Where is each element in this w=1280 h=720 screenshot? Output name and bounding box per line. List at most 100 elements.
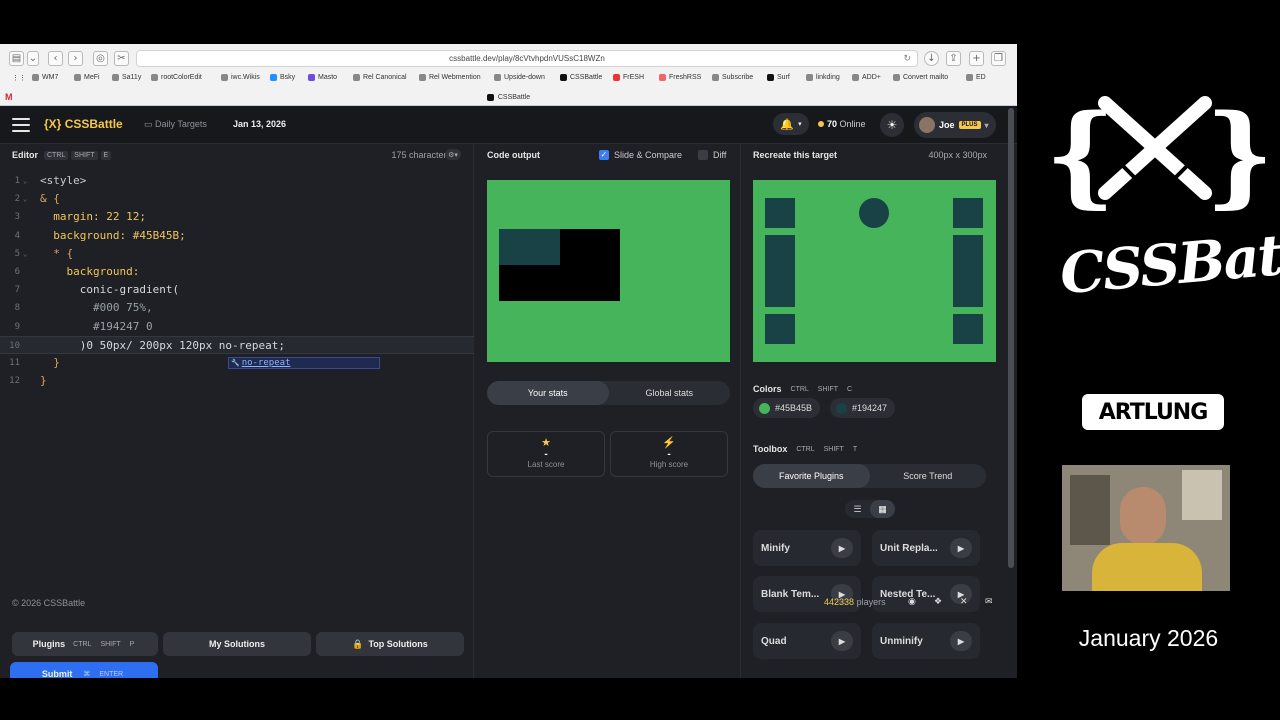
bookmark-item[interactable]: Surf bbox=[767, 74, 790, 81]
bookmark-item[interactable]: FreshRSS bbox=[659, 74, 701, 81]
bookmark-item[interactable]: Convert mailto bbox=[893, 74, 948, 81]
tab-your-stats[interactable]: Your stats bbox=[487, 381, 609, 405]
bookmark-item[interactable]: Bsky bbox=[270, 74, 295, 81]
cssbattle-app: {X} CSSBattle ▭ Daily Targets Jan 13, 20… bbox=[0, 106, 1017, 678]
high-score-value: - bbox=[667, 449, 671, 460]
plugin-unit-replace[interactable]: Unit Repla... ▶ bbox=[872, 530, 980, 566]
bookmark-item[interactable]: Masto bbox=[308, 74, 337, 81]
page-scrollbar[interactable] bbox=[1008, 108, 1014, 568]
bookmark-item[interactable]: Upside-down bbox=[494, 74, 545, 81]
artlung-logo: ARTLUNG bbox=[1082, 394, 1224, 430]
browser-window: ▤ ⌄ ‹ › ◎ ✂ cssbattle.dev/play/8cVtvhpdn… bbox=[0, 44, 1017, 678]
mail-icon[interactable]: ✉ bbox=[985, 597, 993, 607]
bookmark-item[interactable]: CSSBattle bbox=[560, 74, 602, 81]
wrench-icon: 🔧 bbox=[231, 359, 240, 367]
tab-title: CSSBattle bbox=[497, 93, 531, 101]
star-icon: ★ bbox=[541, 437, 551, 449]
bookmark-item[interactable]: Rel Webmention bbox=[419, 74, 481, 81]
download-icon[interactable]: ↓ bbox=[924, 51, 939, 66]
code-line: 7 conic-gradient( bbox=[14, 283, 180, 297]
autocomplete-suggestion[interactable]: 🔧 no-repeat bbox=[228, 357, 380, 369]
theme-toggle-icon[interactable]: ☀ bbox=[880, 113, 904, 137]
logo-mark: {X} bbox=[44, 117, 62, 131]
share-icon[interactable]: ⇪ bbox=[946, 51, 961, 66]
code-line: 4 background: #45B45B; bbox=[14, 228, 186, 242]
plugin-minify[interactable]: Minify ▶ bbox=[753, 530, 861, 566]
bookmark-item[interactable]: iwc.Wikis bbox=[221, 74, 260, 81]
chevron-down-icon: ▾ bbox=[984, 120, 989, 130]
swatch-icon bbox=[836, 402, 847, 414]
address-bar[interactable]: cssbattle.dev/play/8cVtvhpdnVUSsC18WZn ↻ bbox=[136, 50, 918, 67]
color-chip[interactable]: #45B45B bbox=[753, 398, 821, 418]
play-icon[interactable]: ▶ bbox=[950, 538, 972, 558]
browser-tab[interactable]: CSSBattle bbox=[0, 88, 1017, 106]
bluesky-icon[interactable]: ❖ bbox=[934, 597, 942, 607]
diff-toggle[interactable]: Diff bbox=[698, 144, 726, 166]
target-canvas[interactable] bbox=[753, 180, 996, 362]
discord-icon[interactable]: ◉ bbox=[908, 597, 916, 607]
bookmark-item[interactable]: ED bbox=[966, 74, 986, 81]
bookmark-item[interactable]: ADD+ bbox=[852, 74, 881, 81]
target-title: Recreate this target bbox=[753, 150, 838, 160]
bookmark-item[interactable]: WM7 bbox=[32, 74, 58, 81]
code-line: 1 ⌄ <style> bbox=[14, 174, 87, 187]
privacy-icon[interactable]: ◎ bbox=[93, 51, 108, 66]
daily-targets-link[interactable]: ▭ Daily Targets bbox=[144, 119, 207, 130]
tab-favorite-plugins[interactable]: Favorite Plugins bbox=[753, 464, 870, 488]
play-icon[interactable]: ▶ bbox=[831, 631, 853, 651]
color-chip[interactable]: #194247 bbox=[830, 398, 896, 418]
play-icon[interactable]: ▶ bbox=[831, 538, 853, 558]
menu-icon[interactable] bbox=[12, 118, 30, 132]
plugins-button[interactable]: Plugins CTRL SHIFT P bbox=[12, 632, 158, 656]
tab-global-stats[interactable]: Global stats bbox=[609, 381, 731, 405]
extension-icon[interactable]: ✂ bbox=[114, 51, 129, 66]
sidebar-menu-chevron-icon[interactable]: ⌄ bbox=[27, 51, 39, 66]
bookmarks-grid-icon[interactable]: ⋮⋮ bbox=[12, 74, 26, 82]
screen: ▤ ⌄ ‹ › ◎ ✂ cssbattle.dev/play/8cVtvhpdn… bbox=[0, 0, 1280, 720]
bookmark-item[interactable]: Rel Canonical bbox=[353, 74, 407, 81]
back-icon[interactable]: ‹ bbox=[48, 51, 63, 66]
bookmark-item[interactable]: Subscribe bbox=[712, 74, 753, 81]
high-score-card: ⚡ - High score bbox=[610, 431, 728, 477]
new-tab-icon[interactable]: + bbox=[969, 51, 984, 66]
plugin-unminify[interactable]: Unminify ▶ bbox=[872, 623, 980, 659]
notifications-button[interactable]: 🔔 ▾ bbox=[773, 113, 809, 135]
browser-chrome: ▤ ⌄ ‹ › ◎ ✂ cssbattle.dev/play/8cVtvhpdn… bbox=[0, 44, 1017, 106]
x-icon[interactable]: ✕ bbox=[960, 597, 968, 607]
plugin-quad[interactable]: Quad ▶ bbox=[753, 623, 861, 659]
reload-icon[interactable]: ↻ bbox=[903, 53, 911, 64]
lightning-icon: ⚡ bbox=[662, 437, 676, 449]
view-toggle: ☰ ▦ bbox=[845, 500, 895, 518]
editor-settings-icon[interactable]: ⚙▾ bbox=[445, 149, 461, 160]
bookmark-item[interactable]: rootColorEdit bbox=[151, 74, 202, 81]
output-canvas[interactable] bbox=[487, 180, 730, 362]
slide-compare-toggle[interactable]: ✓ Slide & Compare bbox=[599, 144, 682, 166]
target-bar bbox=[953, 235, 983, 307]
bookmark-item[interactable]: linkding bbox=[806, 74, 840, 81]
sidebar-toggle-icon[interactable]: ▤ bbox=[9, 51, 24, 66]
checkbox-checked-icon: ✓ bbox=[599, 150, 609, 160]
plus-badge: PLUS bbox=[958, 121, 981, 129]
grid-view-icon[interactable]: ▦ bbox=[870, 500, 895, 518]
colors-heading: Colors CTRL SHIFT C bbox=[753, 384, 853, 394]
play-icon[interactable]: ▶ bbox=[950, 631, 972, 651]
editor-title: Editor bbox=[12, 150, 38, 160]
app-header: {X} CSSBattle ▭ Daily Targets Jan 13, 20… bbox=[0, 106, 1017, 144]
tab-overview-icon[interactable]: ❐ bbox=[991, 51, 1006, 66]
toolbox-tabs: Favorite Plugins Score Trend bbox=[753, 464, 986, 488]
target-square bbox=[953, 198, 983, 228]
logo[interactable]: {X} CSSBattle bbox=[44, 117, 123, 131]
submit-button[interactable]: Submit ⌘ ENTER bbox=[10, 662, 158, 678]
bookmark-item[interactable]: MeFi bbox=[74, 74, 100, 81]
last-score-card: ★ - Last score bbox=[487, 431, 605, 477]
bookmarks-bar: ⋮⋮ WM7 MeFi Sa11y rootColorEdit iwc.Wiki… bbox=[0, 72, 1017, 86]
top-solutions-button[interactable]: 🔒 Top Solutions bbox=[316, 632, 464, 656]
list-view-icon[interactable]: ☰ bbox=[845, 500, 870, 518]
bookmark-item[interactable]: Sa11y bbox=[112, 74, 141, 81]
code-line-active: 10 )0 50px/ 200px 120px no-repeat; bbox=[0, 335, 474, 354]
user-menu[interactable]: Joe PLUS ▾ bbox=[914, 112, 996, 138]
bookmark-item[interactable]: FrESH bbox=[613, 74, 644, 81]
my-solutions-button[interactable]: My Solutions bbox=[163, 632, 311, 656]
tab-score-trend[interactable]: Score Trend bbox=[870, 464, 987, 488]
forward-icon[interactable]: › bbox=[68, 51, 83, 66]
